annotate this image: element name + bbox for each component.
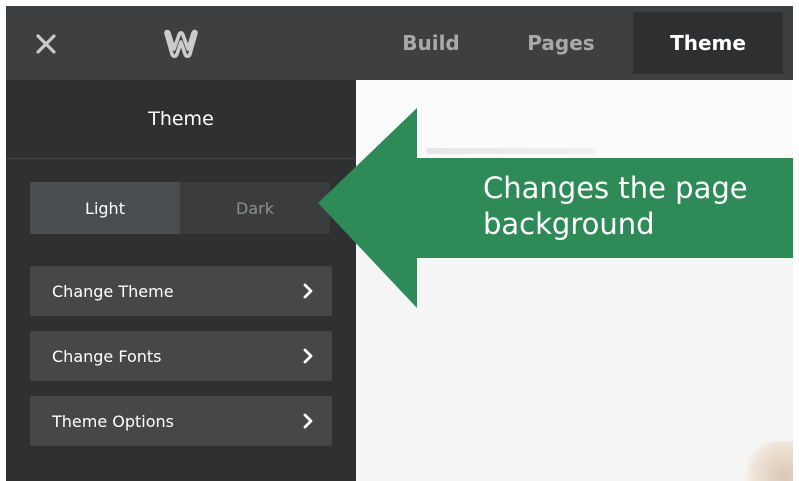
toggle-light-option[interactable]: Light	[30, 182, 180, 234]
preview-image-corner	[743, 441, 793, 481]
theme-sidebar: Theme Light Dark Change Theme Change Fon…	[6, 80, 356, 481]
chevron-right-icon	[303, 413, 313, 429]
weebly-logo-icon[interactable]	[161, 26, 201, 62]
callout-text: Changes the page background	[483, 171, 748, 241]
chevron-right-icon	[303, 283, 313, 299]
tab-pages[interactable]: Pages	[501, 6, 621, 80]
close-button[interactable]	[26, 24, 66, 64]
top-bar: Build Pages Theme	[6, 6, 793, 80]
editor-frame: Build Pages Theme Theme Light Dark Chang…	[0, 0, 799, 481]
toggle-dark-option[interactable]: Dark	[180, 182, 330, 234]
change-fonts-button[interactable]: Change Fonts	[30, 331, 332, 381]
change-theme-button[interactable]: Change Theme	[30, 266, 332, 316]
sidebar-title: Theme	[148, 108, 214, 130]
tab-build[interactable]: Build	[376, 6, 486, 80]
sidebar-divider	[6, 158, 356, 159]
menu-item-label: Theme Options	[52, 411, 175, 431]
tab-theme[interactable]: Theme	[633, 12, 783, 74]
menu-item-label: Change Theme	[52, 281, 174, 301]
close-icon	[36, 34, 56, 54]
right-edge	[793, 0, 799, 481]
menu-item-label: Change Fonts	[52, 346, 162, 366]
light-dark-toggle: Light Dark	[30, 182, 330, 234]
chevron-right-icon	[303, 348, 313, 364]
theme-options-button[interactable]: Theme Options	[30, 396, 332, 446]
